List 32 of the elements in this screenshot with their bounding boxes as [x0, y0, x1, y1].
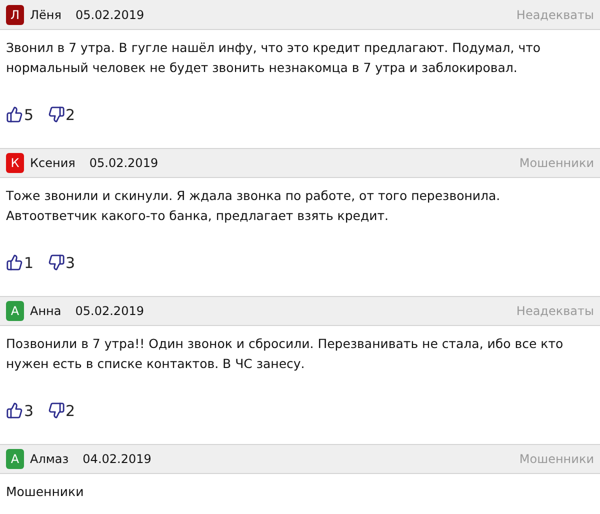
like-button[interactable]: 5: [6, 104, 34, 126]
comment-category: Неадекваты: [516, 6, 594, 24]
thumbs-up-icon: [6, 106, 23, 124]
comment-text: Звонил в 7 утра. В гугле нашёл инфу, что это кредит предлагают. Подумал, что нормальный человек не будет звонить незнакомца в 7 утра и заблокировал.: [6, 39, 542, 77]
comment-text: Тоже звонили и скинули. Я ждала звонка по работе, от того перезвонила. Автоответчик какого-то банка, предлагает взять кредит.: [6, 187, 502, 225]
avatar: К: [6, 153, 24, 173]
dislike-button[interactable]: 3: [48, 252, 76, 274]
comment-text: Мошенники: [6, 483, 85, 501]
comment-date: 05.02.2019: [75, 303, 144, 320]
comment-text: Позвонили в 7 утра!! Один звонок и сбросили. Перезванивать не стала, ибо все кто нужен есть в списке контактов. В ЧС занесу.: [6, 335, 564, 373]
thumbs-down-icon: [48, 402, 65, 420]
author-name[interactable]: Ксения: [30, 154, 76, 172]
like-button[interactable]: 3: [6, 400, 34, 422]
comment-date: 05.02.2019: [89, 155, 158, 172]
comment-date: 05.02.2019: [75, 6, 144, 24]
dislike-button[interactable]: 2: [48, 400, 76, 422]
avatar: А: [6, 301, 24, 321]
comment-category: Мошенники: [519, 155, 594, 172]
author-name[interactable]: Анна: [30, 302, 62, 320]
dislike-button[interactable]: 2: [48, 104, 76, 126]
thumbs-down-icon: [48, 106, 65, 124]
comment-category: Мошенники: [519, 451, 594, 468]
thumbs-up-icon: [6, 254, 23, 272]
author-name[interactable]: Лёня: [30, 6, 62, 24]
comment-category: Неадекваты: [516, 303, 594, 320]
comment-date: 04.02.2019: [82, 451, 152, 468]
like-button[interactable]: 1: [6, 252, 34, 274]
avatar: Л: [6, 4, 24, 24]
avatar: А: [6, 449, 24, 469]
author-name[interactable]: Алмаз: [30, 450, 69, 468]
thumbs-down-icon: [48, 254, 65, 272]
thumbs-up-icon: [6, 402, 23, 420]
